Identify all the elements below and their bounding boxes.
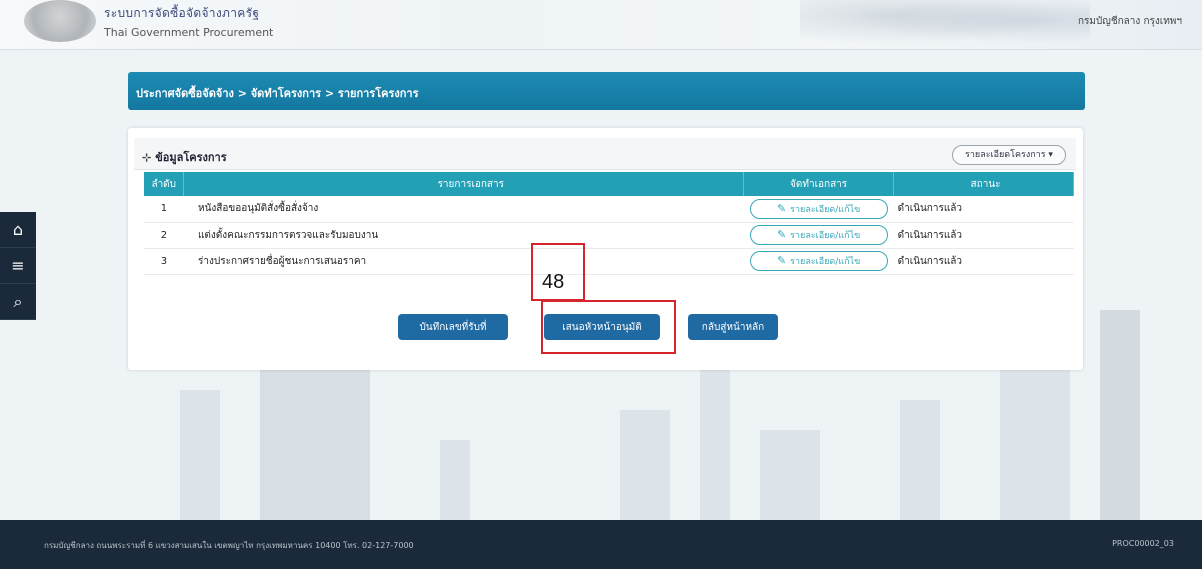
panel-title: ⊹ ข้อมูลโครงการ xyxy=(142,148,227,166)
table-row: 1 หนังสือขออนุมัติสั่งซื้อสั่งจ้าง ✎ รายล… xyxy=(144,196,1074,223)
row-document-name: ร่างประกาศรายชื่อผู้ชนะการเสนอราคา xyxy=(183,248,744,275)
document-table: ลำดับ รายการเอกสาร จัดทำเอกสาร สถานะ 1 ห… xyxy=(144,172,1074,275)
project-detail-dropdown[interactable]: รายละเอียดโครงการ ▾ xyxy=(952,145,1066,165)
row-document-name: หนังสือขออนุมัติสั่งซื้อสั่งจ้าง xyxy=(183,196,744,223)
column-header-no: ลำดับ xyxy=(144,172,185,196)
row-document-name: แต่งตั้งคณะกรรมการตรวจและรับมอบงาน xyxy=(183,222,744,249)
table-row: 2 แต่งตั้งคณะกรรมการตรวจและรับมอบงาน ✎ รา… xyxy=(144,222,1074,249)
edit-detail-button[interactable]: ✎ รายละเอียด/แก้ไข xyxy=(749,225,888,245)
header-subtitle: Thai Government Procurement xyxy=(104,26,274,39)
footer-address: กรมบัญชีกลาง ถนนพระรามที่ 6 แขวงสามเสนใน… xyxy=(44,541,414,550)
home-icon[interactable]: ⌂ xyxy=(0,212,36,248)
row-status: ดำเนินการแล้ว xyxy=(893,248,1074,275)
annotation-step-label: 48 xyxy=(542,271,565,293)
back-to-main-button[interactable]: กลับสู่หน้าหลัก xyxy=(688,314,778,340)
sitemap-icon: ⊹ xyxy=(142,151,152,164)
edit-detail-label: รายละเอียด/แก้ไข xyxy=(790,257,861,267)
page-code: PROC00002_03 xyxy=(1112,539,1174,548)
column-header-document: รายการเอกสาร xyxy=(183,172,745,196)
garuda-logo xyxy=(24,0,96,42)
header-decoration xyxy=(800,0,1090,50)
breadcrumb: ประกาศจัดซื้อจัดจ้าง > จัดทำโครงการ > รา… xyxy=(128,72,1085,110)
header-title: ระบบการจัดซื้อจัดจ้างภาครัฐ xyxy=(104,6,260,20)
edit-icon: ✎ xyxy=(776,228,787,241)
menu-icon[interactable]: ≡ xyxy=(0,248,36,284)
save-receipt-number-button[interactable]: บันทึกเลขที่รับที่ xyxy=(398,314,508,340)
header-agency: กรมบัญชีกลาง กรุงเทพฯ xyxy=(1077,16,1182,27)
footer: กรมบัญชีกลาง ถนนพระรามที่ 6 แขวงสามเสนใน… xyxy=(0,520,1202,569)
panel-header: ⊹ ข้อมูลโครงการ รายละเอียดโครงการ ▾ xyxy=(134,138,1076,170)
edit-detail-label: รายละเอียด/แก้ไข xyxy=(790,231,861,241)
search-icon[interactable]: ⌕ xyxy=(0,284,36,320)
row-number: 2 xyxy=(144,222,184,249)
side-navigation: ⌂ ≡ ⌕ xyxy=(0,212,36,320)
table-row: 3 ร่างประกาศรายชื่อผู้ชนะการเสนอราคา ✎ รา… xyxy=(144,248,1074,275)
annotation-highlight-box xyxy=(541,300,676,354)
column-header-status: สถานะ xyxy=(893,172,1074,196)
column-header-action: จัดทำเอกสาร xyxy=(743,172,895,196)
edit-icon: ✎ xyxy=(776,254,787,267)
row-number: 1 xyxy=(144,196,184,223)
panel-title-text: ข้อมูลโครงการ xyxy=(155,151,227,164)
edit-detail-button[interactable]: ✎ รายละเอียด/แก้ไข xyxy=(749,251,888,271)
top-header: ระบบการจัดซื้อจัดจ้างภาครัฐ Thai Governm… xyxy=(0,0,1202,50)
edit-icon: ✎ xyxy=(776,201,787,215)
row-status: ดำเนินการแล้ว xyxy=(893,196,1074,223)
row-status: ดำเนินการแล้ว xyxy=(893,222,1074,249)
edit-detail-label: รายละเอียด/แก้ไข xyxy=(790,204,861,215)
row-number: 3 xyxy=(144,248,184,275)
edit-detail-button[interactable]: ✎ รายละเอียด/แก้ไข xyxy=(749,198,888,219)
